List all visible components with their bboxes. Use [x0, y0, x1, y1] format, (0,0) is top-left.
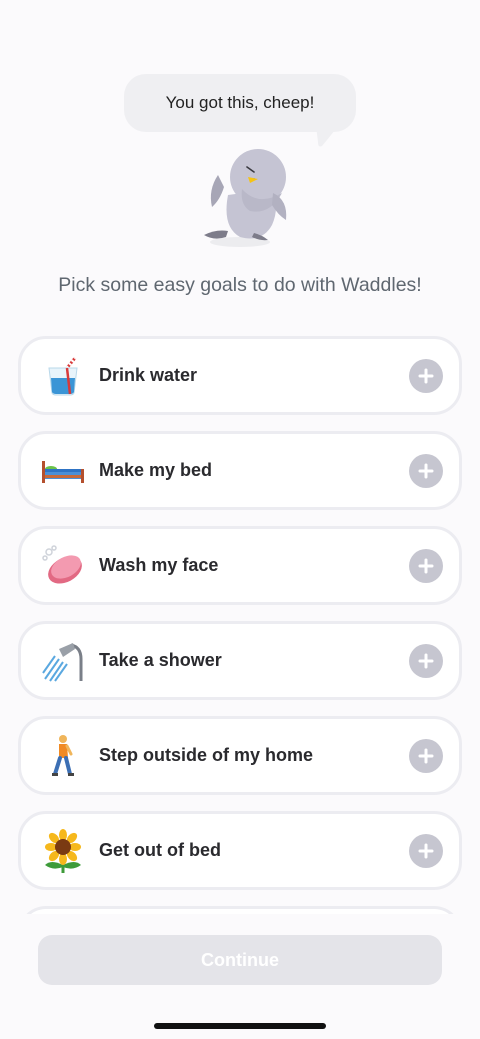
plus-icon	[418, 843, 434, 858]
soap-icon	[41, 544, 85, 588]
continue-button[interactable]: Continue	[38, 935, 442, 985]
goal-label: Make my bed	[99, 460, 213, 480]
plus-icon	[418, 368, 434, 383]
bed-icon	[41, 449, 85, 493]
add-goal-button[interactable]	[409, 833, 443, 868]
add-goal-button[interactable]	[409, 358, 443, 393]
add-goal-button[interactable]	[409, 738, 443, 773]
speech-bubble-tail	[316, 126, 338, 147]
goals-list: Drink water Make my bed Wash my face Tak…	[18, 336, 462, 936]
plus-icon	[418, 653, 434, 668]
plus-icon	[418, 558, 434, 573]
goal-label: Get out of bed	[99, 840, 221, 860]
speech-bubble: You got this, cheep!	[124, 74, 356, 132]
page-subtitle: Pick some easy goals to do with Waddles!	[58, 274, 422, 296]
goal-card-step-outside[interactable]: Step outside of my home	[18, 716, 462, 795]
goal-card-get-out-of-bed[interactable]: Get out of bed	[18, 811, 462, 890]
goal-label: Wash my face	[99, 555, 219, 575]
goal-card-wash-face[interactable]: Wash my face	[18, 526, 462, 605]
shower-icon	[41, 639, 85, 683]
penguin-mascot-icon	[204, 149, 287, 247]
walking-person-icon	[41, 734, 85, 778]
goal-label: Step outside of my home	[99, 745, 314, 765]
add-goal-button[interactable]	[409, 643, 443, 678]
goal-label: Drink water	[99, 365, 198, 385]
goal-label: Take a shower	[99, 650, 222, 670]
plus-icon	[418, 748, 434, 763]
water-glass-icon	[41, 354, 85, 398]
add-goal-button[interactable]	[409, 453, 443, 488]
add-goal-button[interactable]	[409, 548, 443, 583]
goal-card-make-bed[interactable]: Make my bed	[18, 431, 462, 510]
speech-bubble-text: You got this, cheep!	[165, 93, 315, 112]
goal-card-take-shower[interactable]: Take a shower	[18, 621, 462, 700]
sunflower-icon	[41, 828, 85, 873]
home-indicator[interactable]	[154, 1023, 326, 1029]
goal-card-drink-water[interactable]: Drink water	[18, 336, 462, 415]
plus-icon	[418, 463, 434, 478]
